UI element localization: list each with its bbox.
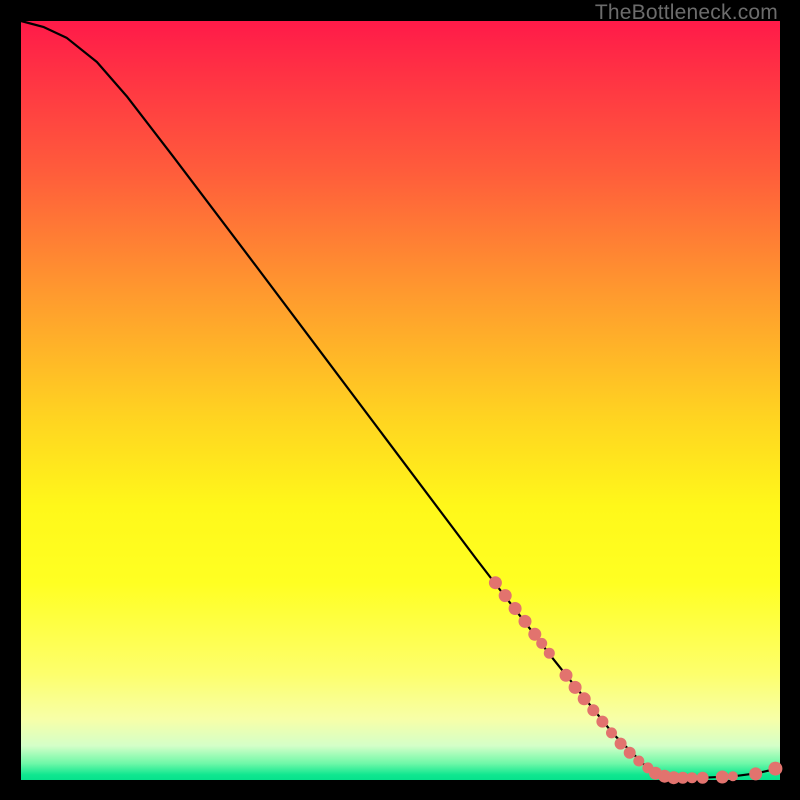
data-point xyxy=(560,669,573,682)
data-point xyxy=(687,772,698,783)
data-point xyxy=(499,589,512,602)
watermark-text: TheBottleneck.com xyxy=(595,1,778,25)
data-point xyxy=(768,762,782,776)
data-point xyxy=(489,576,502,589)
data-point xyxy=(536,638,547,649)
data-point xyxy=(509,602,522,615)
bottleneck-curve xyxy=(21,21,780,778)
data-point xyxy=(569,681,582,694)
data-point xyxy=(728,771,738,781)
data-point xyxy=(633,756,644,767)
data-point xyxy=(596,716,608,728)
data-point xyxy=(519,615,532,628)
data-points xyxy=(489,576,783,784)
data-point xyxy=(749,767,762,780)
data-point xyxy=(587,704,599,716)
data-point xyxy=(716,771,729,784)
data-point xyxy=(624,747,636,759)
chart-area xyxy=(21,21,780,780)
chart-svg xyxy=(21,21,780,780)
data-point xyxy=(697,772,709,784)
data-point xyxy=(606,727,617,738)
data-point xyxy=(615,738,627,750)
data-point xyxy=(578,692,591,705)
data-point xyxy=(544,648,555,659)
